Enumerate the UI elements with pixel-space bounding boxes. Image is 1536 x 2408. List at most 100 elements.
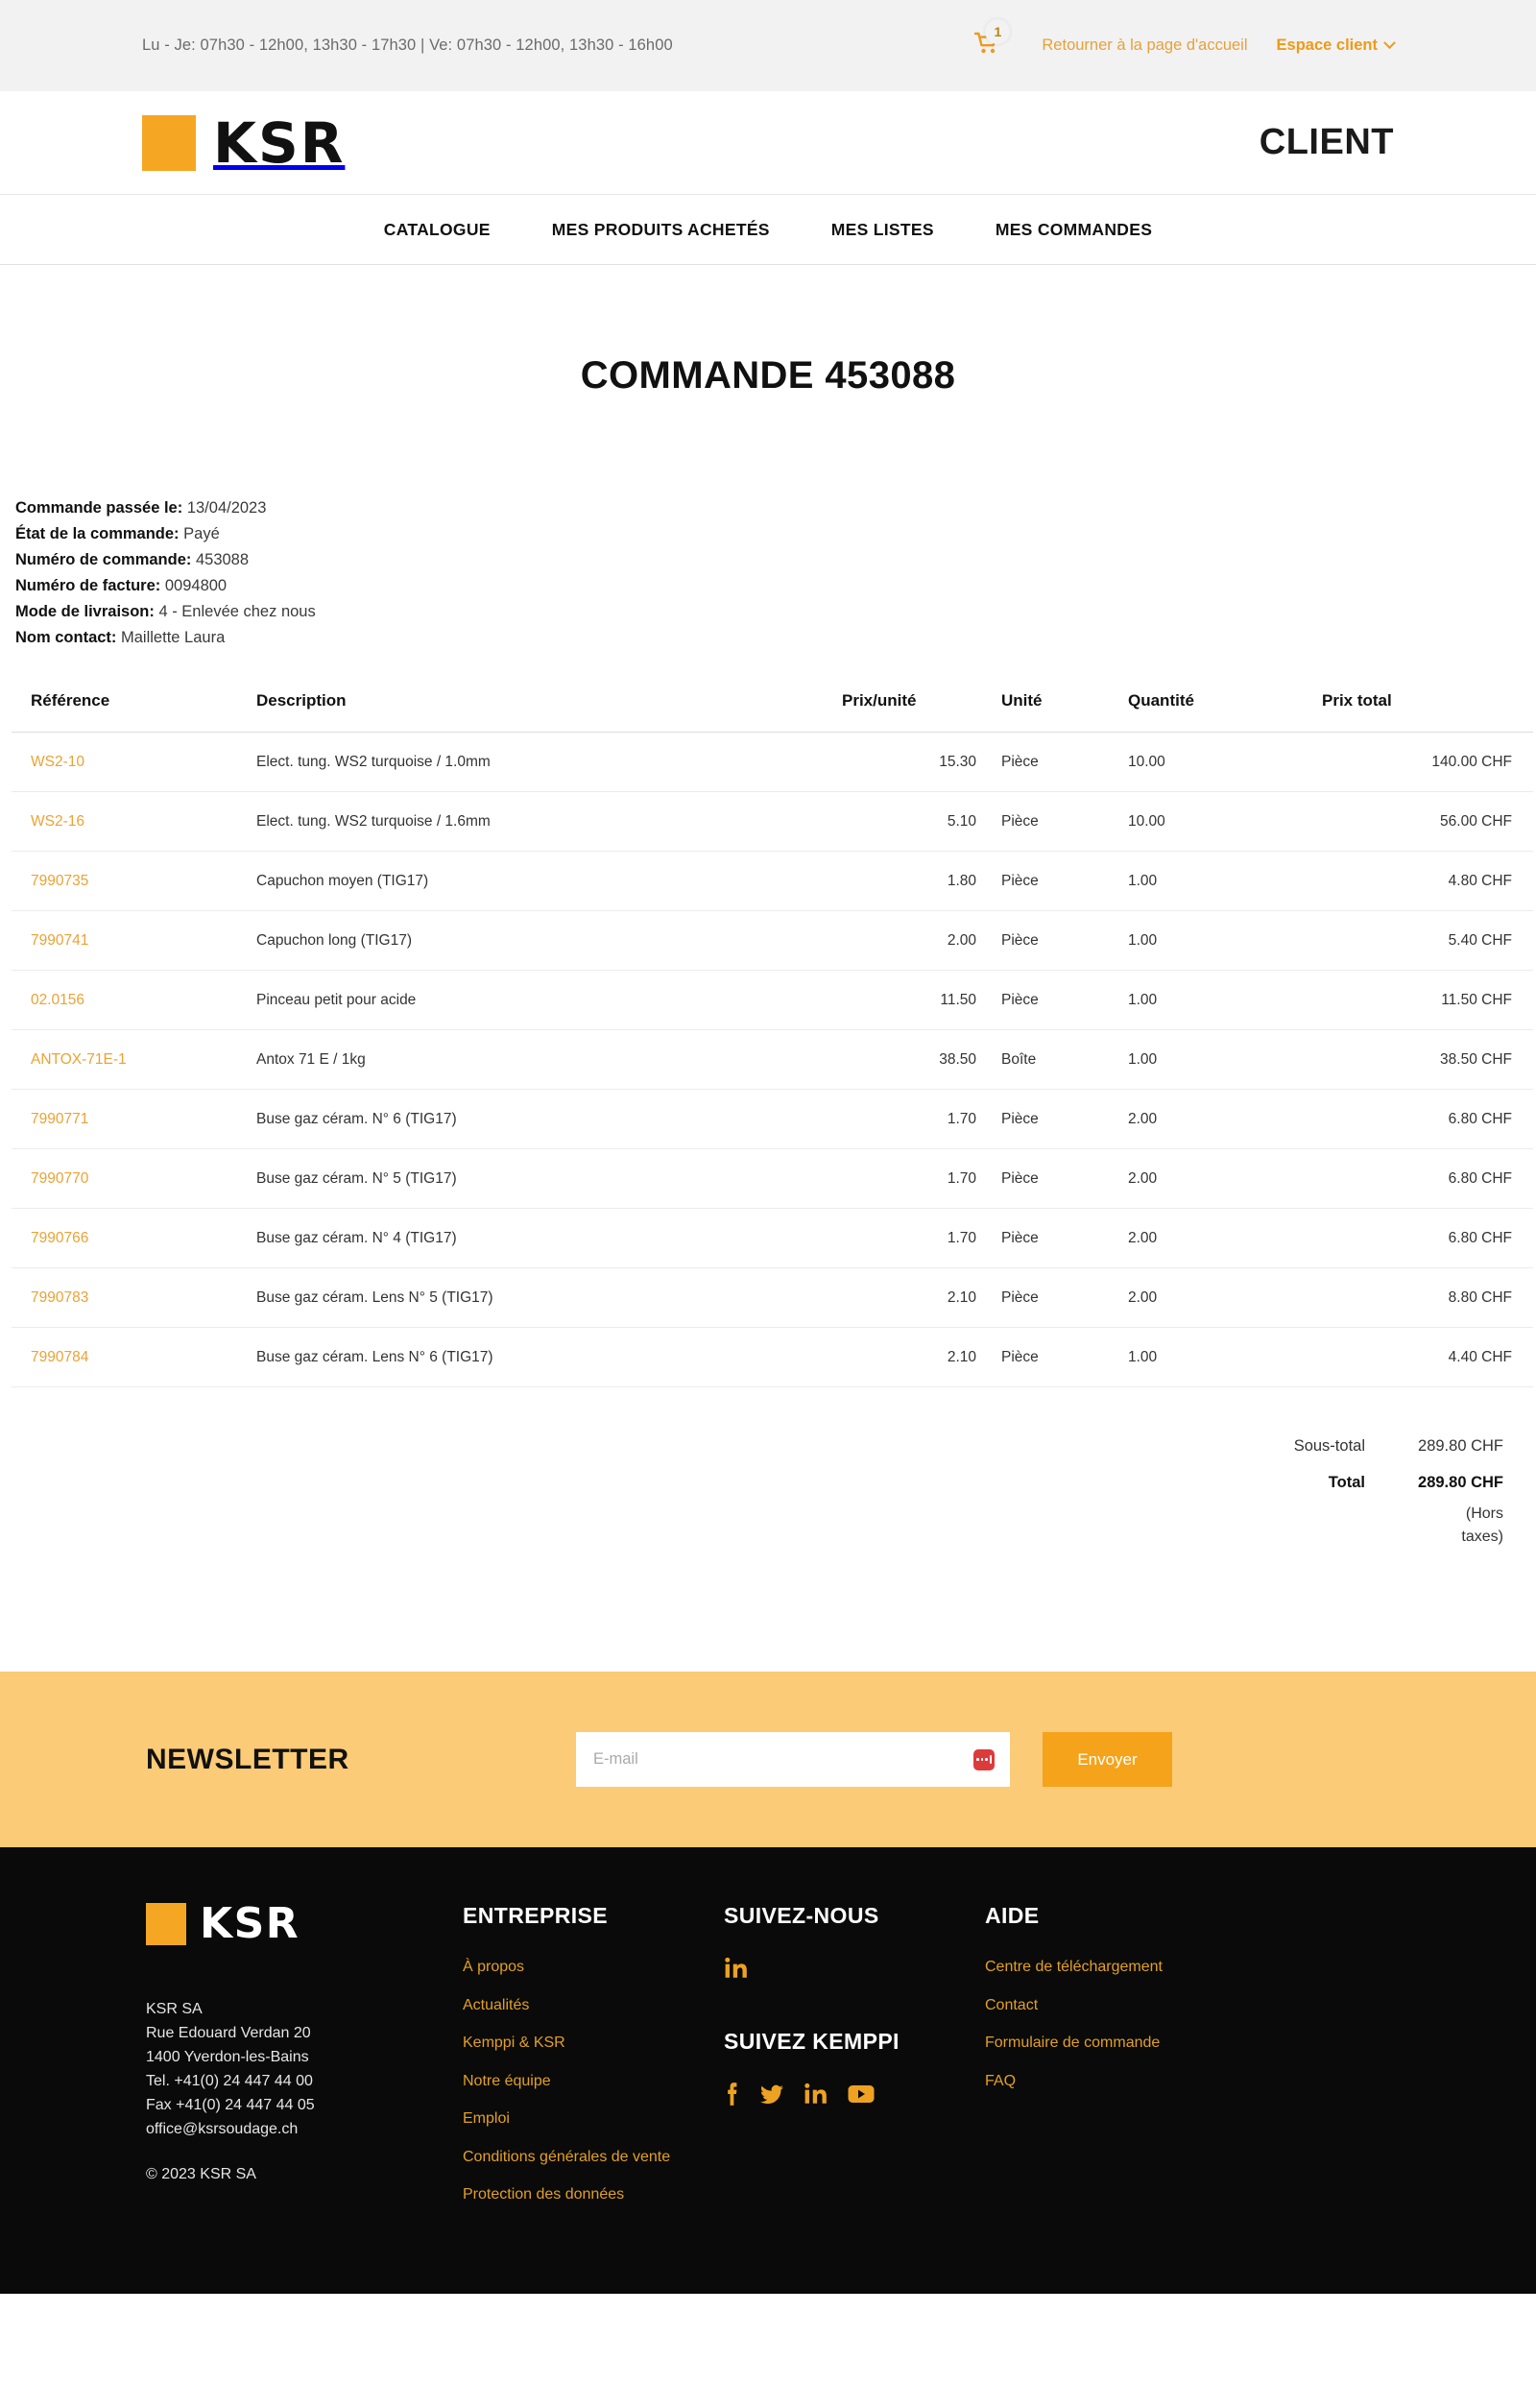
cell-reference: 7990766 [12,1208,256,1268]
cell-unit-price: 2.00 [842,910,976,971]
footer-link-download-center[interactable]: Centre de téléchargement [985,1956,1302,1980]
product-reference-link[interactable]: 7990770 [31,1170,88,1187]
youtube-icon[interactable] [848,2083,875,2105]
newsletter-section: NEWSLETTER Envoyer [0,1672,1536,1847]
cell-total-price: 6.80 CHF [1322,1208,1533,1268]
meta-value-order-status: Payé [183,525,220,542]
product-reference-link[interactable]: 7990766 [31,1230,88,1246]
footer-logo[interactable]: KSR [146,1903,463,1945]
footer-address: KSR SA Rue Edouard Verdan 20 1400 Yverdon-… [146,1997,463,2141]
table-body: WS2-10 Elect. tung. WS2 turquoise / 1.0mm… [12,732,1533,1387]
footer-link-faq[interactable]: FAQ [985,2070,1302,2094]
cell-quantity: 1.00 [1092,851,1322,911]
cell-total-price: 5.40 CHF [1322,910,1533,971]
footer-address-line: 1400 Yverdon-les-Bains [146,2049,309,2065]
cell-quantity: 1.00 [1092,1029,1322,1090]
cell-unit-price: 1.70 [842,1089,976,1149]
product-reference-link[interactable]: WS2-16 [31,813,84,830]
main-navigation: CATALOGUE MES PRODUITS ACHETÉS MES LISTE… [0,195,1536,265]
footer-link-jobs[interactable]: Emploi [463,2107,724,2131]
product-reference-link[interactable]: WS2-10 [31,754,84,770]
footer-address-line: Rue Edouard Verdan 20 [146,2025,311,2041]
newsletter-email-input[interactable] [593,1750,973,1769]
footer-link-about[interactable]: À propos [463,1956,724,1980]
tax-note: (Hors taxes) [1461,1505,1503,1545]
cell-unit-price: 38.50 [842,1029,976,1090]
logo-text: KSR [213,109,346,176]
cell-quantity: 10.00 [1092,791,1322,852]
footer-inner: KSR KSR SA Rue Edouard Verdan 20 1400 Yver… [0,1903,1536,2222]
cell-reference: WS2-10 [12,732,256,792]
footer-link-terms[interactable]: Conditions générales de vente [463,2146,724,2170]
table-row: 7990741 Capuchon long (TIG17) 2.00 Pièce 1.0… [12,910,1533,971]
product-reference-link[interactable]: 7990783 [31,1289,88,1306]
nav-item-purchased-products[interactable]: MES PRODUITS ACHETÉS [521,220,801,240]
footer-address-line: Tel. +41(0) 24 447 44 00 [146,2073,313,2089]
footer-logo-text: KSR [200,1899,300,1948]
order-meta-block: Commande passée le: 13/04/2023 État de l… [12,495,1524,651]
customer-area-label: Espace client [1276,36,1378,54]
cell-unit-price: 1.70 [842,1148,976,1209]
meta-label-contact-name: Nom contact: [15,629,117,646]
order-meta-row: État de la commande: Payé [15,521,1524,547]
cell-unit: Boîte [976,1029,1092,1090]
footer-heading-follow-kemppi: SUIVEZ KEMPPI [724,2029,900,2054]
nav-item-catalogue[interactable]: CATALOGUE [353,220,521,240]
page-section-title: CLIENT [1259,122,1394,162]
cell-quantity: 1.00 [1092,910,1322,971]
cell-reference: 02.0156 [12,970,256,1030]
footer-link-news[interactable]: Actualités [463,1994,724,2018]
site-logo[interactable]: KSR [142,109,346,176]
product-reference-link[interactable]: ANTOX-71E-1 [31,1051,127,1068]
product-reference-link[interactable]: 7990741 [31,932,88,949]
cell-unit: Pièce [976,970,1092,1030]
order-meta-row: Nom contact: Maillette Laura [15,625,1524,651]
product-reference-link[interactable]: 7990784 [31,1349,88,1365]
cell-quantity: 1.00 [1092,1327,1322,1387]
cell-description: Antox 71 E / 1kg [256,1029,842,1090]
footer-link-team[interactable]: Notre équipe [463,2070,724,2094]
column-header-unit: Unité [976,691,1092,733]
linkedin-icon[interactable] [804,2082,828,2107]
table-row: 7990735 Capuchon moyen (TIG17) 1.80 Pièce 1.… [12,851,1533,911]
cell-description: Buse gaz céram. N° 5 (TIG17) [256,1148,842,1209]
nav-item-orders[interactable]: MES COMMANDES [965,220,1183,240]
linkedin-icon[interactable] [724,1956,749,1981]
cell-quantity: 10.00 [1092,732,1322,792]
brand-header: KSR CLIENT [0,91,1536,195]
footer-link-privacy[interactable]: Protection des données [463,2183,724,2207]
password-manager-icon[interactable] [973,1748,995,1770]
footer-link-contact[interactable]: Contact [985,1994,1302,2018]
cart-button[interactable]: 1 [965,18,1011,68]
table-row: 7990771 Buse gaz céram. N° 6 (TIG17) 1.70 P… [12,1089,1533,1149]
cell-unit-price: 11.50 [842,970,976,1030]
cell-quantity: 2.00 [1092,1208,1322,1268]
cell-total-price: 4.40 CHF [1322,1327,1533,1387]
product-reference-link[interactable]: 02.0156 [31,992,84,1008]
nav-item-lists[interactable]: MES LISTES [801,220,965,240]
total-value: 289.80 CHF [1418,1474,1503,1491]
cell-reference: 7990741 [12,910,256,971]
newsletter-submit-button[interactable]: Envoyer [1043,1732,1172,1787]
order-meta-row: Commande passée le: 13/04/2023 [15,495,1524,521]
table-row: 7990784 Buse gaz céram. Lens N° 6 (TIG17)… [12,1327,1533,1387]
utility-top-bar: Lu - Je: 07h30 - 12h00, 13h30 - 17h30 | … [0,0,1536,91]
cell-reference: 7990735 [12,851,256,911]
table-header-row: Référence Description Prix/unité Unité Q… [12,691,1533,733]
return-home-link[interactable]: Retourner à la page d'accueil [1042,36,1247,55]
cell-total-price: 56.00 CHF [1322,791,1533,852]
product-reference-link[interactable]: 7990735 [31,873,88,889]
footer-help-column: AIDE Centre de téléchargement Contact Fo… [985,1903,1302,2222]
footer-link-kemppi[interactable]: Kemppi & KSR [463,2032,724,2056]
cell-unit-price: 1.70 [842,1208,976,1268]
facebook-icon[interactable] [724,2082,740,2107]
product-reference-link[interactable]: 7990771 [31,1111,88,1127]
footer-copyright: © 2023 KSR SA [146,2166,256,2182]
twitter-icon[interactable] [759,2082,784,2107]
footer-link-order-form[interactable]: Formulaire de commande [985,2032,1302,2056]
subtotal-label: Sous-total [1293,1437,1365,1455]
site-footer: KSR KSR SA Rue Edouard Verdan 20 1400 Yver… [0,1847,1536,2294]
customer-area-dropdown[interactable]: Espace client [1276,36,1396,55]
footer-heading-help: AIDE [985,1903,1040,1928]
cell-unit: Pièce [976,910,1092,971]
